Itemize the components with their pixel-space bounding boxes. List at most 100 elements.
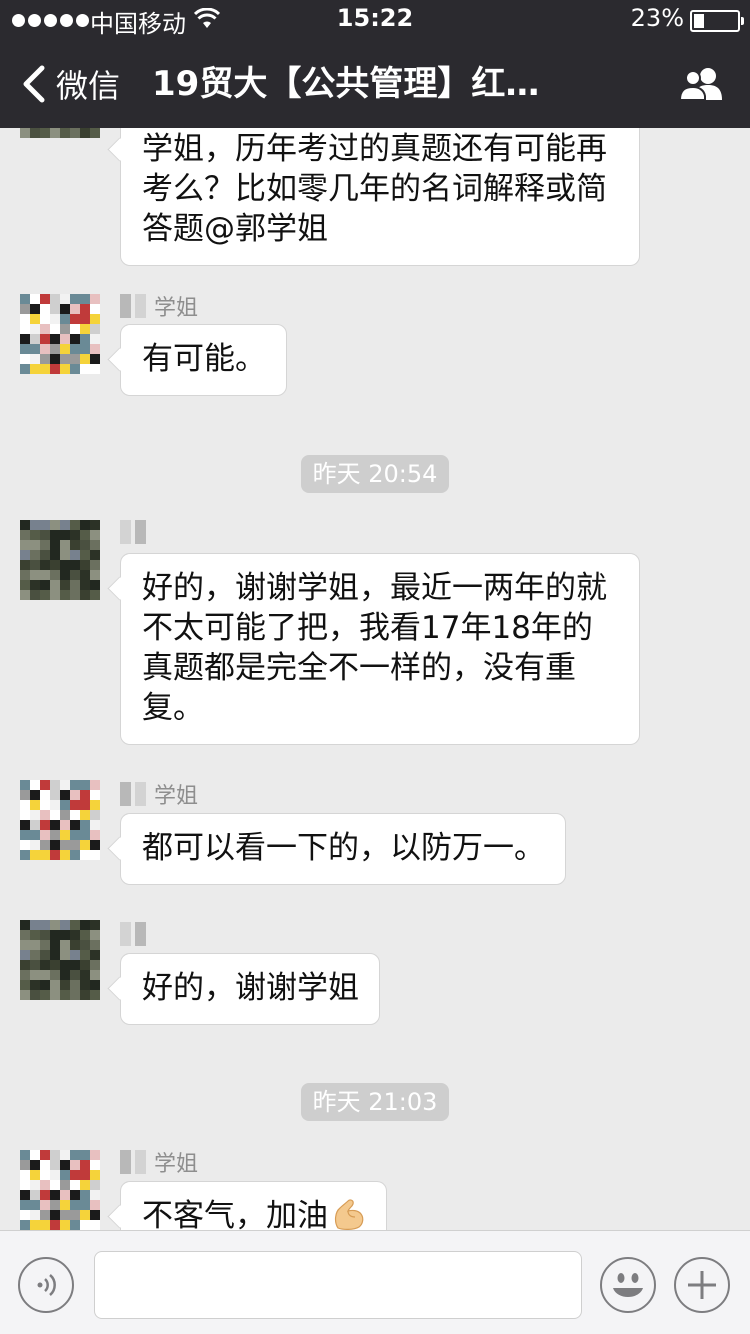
- avatar-pixel: [80, 1210, 90, 1220]
- message-line: 有可能。: [142, 341, 266, 377]
- message-bubble[interactable]: 有可能。: [120, 324, 287, 396]
- avatar-pixel: [70, 590, 80, 600]
- avatar-pixel: [50, 128, 60, 138]
- avatar-pixel: [70, 930, 80, 940]
- message-bubble[interactable]: 好的，谢谢学姐: [120, 953, 380, 1025]
- avatar-pixel: [40, 354, 50, 364]
- avatar-pixel: [60, 580, 70, 590]
- avatar[interactable]: [20, 1150, 100, 1230]
- avatar-pixel: [20, 590, 30, 600]
- avatar-pixel: [50, 1170, 60, 1180]
- message-bubble[interactable]: 好的，谢谢学姐，最近一两年的就 不太可能了把，我看17年18年的 真题都是完全不…: [120, 553, 640, 745]
- avatar-pixel: [80, 128, 90, 138]
- avatar-pixel: [60, 1210, 70, 1220]
- avatar-pixel: [60, 344, 70, 354]
- avatar-pixel: [40, 1150, 50, 1160]
- avatar[interactable]: [20, 294, 100, 374]
- avatar[interactable]: [20, 780, 100, 860]
- avatar-pixel: [60, 520, 70, 530]
- avatar-pixel: [60, 780, 70, 790]
- more-button[interactable]: [674, 1257, 730, 1313]
- avatar[interactable]: [20, 520, 100, 600]
- avatar-pixel: [90, 960, 100, 970]
- avatar-pixel: [60, 1200, 70, 1210]
- avatar-pixel: [80, 314, 90, 324]
- avatar-pixel: [40, 1160, 50, 1170]
- emoji-button[interactable]: [600, 1257, 656, 1313]
- avatar-pixel: [20, 1190, 30, 1200]
- avatar-pixel: [40, 590, 50, 600]
- avatar-pixel: [90, 590, 100, 600]
- avatar-pixel: [70, 990, 80, 1000]
- avatar-pixel: [40, 1200, 50, 1210]
- avatar-pixel: [50, 840, 60, 850]
- message-bubble[interactable]: 都可以看一下的，以防万一。: [120, 813, 566, 885]
- avatar-pixel: [90, 304, 100, 314]
- avatar-pixel: [90, 780, 100, 790]
- avatar-pixel: [70, 1220, 80, 1230]
- avatar-pixel: [60, 1220, 70, 1230]
- avatar-pixel: [60, 830, 70, 840]
- back-button[interactable]: 微信: [18, 62, 120, 106]
- avatar-pixel: [40, 820, 50, 830]
- avatar-pixel: [20, 294, 30, 304]
- avatar-pixel: [70, 580, 80, 590]
- avatar-pixel: [40, 1180, 50, 1190]
- avatar-pixel: [90, 344, 100, 354]
- message-line: 好的，谢谢学姐: [142, 970, 359, 1006]
- avatar-pixel: [80, 590, 90, 600]
- avatar[interactable]: [20, 920, 100, 1000]
- avatar-pixel: [90, 580, 100, 590]
- avatar-pixel: [40, 920, 50, 930]
- message-bubble[interactable]: 学姐，历年考过的真题还有可能再 考么？比如零几年的名词解释或简 答题@郭学姐: [120, 128, 640, 266]
- timestamp: 昨天 21:03: [0, 1083, 750, 1121]
- message-input[interactable]: [94, 1251, 582, 1319]
- sender-name: 学姐: [120, 1148, 198, 1177]
- avatar-pixel: [50, 314, 60, 324]
- avatar-pixel: [40, 970, 50, 980]
- avatar-pixel: [90, 790, 100, 800]
- avatar[interactable]: [20, 128, 100, 138]
- avatar-pixel: [80, 1170, 90, 1180]
- avatar-pixel: [30, 294, 40, 304]
- avatar-pixel: [80, 810, 90, 820]
- avatar-pixel: [30, 354, 40, 364]
- avatar-pixel: [80, 1190, 90, 1200]
- avatar-pixel: [90, 1200, 100, 1210]
- avatar-pixel: [80, 800, 90, 810]
- avatar-pixel: [50, 810, 60, 820]
- avatar-pixel: [60, 1160, 70, 1170]
- avatar-pixel: [70, 364, 80, 374]
- avatar-pixel: [30, 800, 40, 810]
- avatar-pixel: [20, 334, 30, 344]
- group-info-icon[interactable]: [678, 66, 726, 102]
- avatar-pixel: [30, 590, 40, 600]
- avatar-pixel: [30, 520, 40, 530]
- avatar-pixel: [60, 354, 70, 364]
- chat-area[interactable]: 学姐，历年考过的真题还有可能再 考么？比如零几年的名词解释或简 答题@郭学姐 学…: [0, 128, 750, 1230]
- avatar-pixel: [20, 960, 30, 970]
- avatar-pixel: [60, 990, 70, 1000]
- message-bubble[interactable]: 不客气，加油: [120, 1181, 387, 1230]
- avatar-pixel: [70, 294, 80, 304]
- avatar-pixel: [20, 314, 30, 324]
- avatar-pixel: [40, 294, 50, 304]
- avatar-pixel: [70, 520, 80, 530]
- top-bar: 中国移动 15:22 23% 微信 19贸大【公共管理】红…: [0, 0, 750, 128]
- avatar-pixel: [50, 970, 60, 980]
- avatar-pixel: [20, 1210, 30, 1220]
- avatar-pixel: [30, 1180, 40, 1190]
- avatar-pixel: [80, 780, 90, 790]
- avatar-pixel: [40, 344, 50, 354]
- avatar-pixel: [60, 334, 70, 344]
- voice-input-button[interactable]: [18, 1257, 74, 1313]
- avatar-pixel: [30, 530, 40, 540]
- avatar-pixel: [50, 960, 60, 970]
- avatar-pixel: [50, 780, 60, 790]
- avatar-pixel: [50, 820, 60, 830]
- avatar-pixel: [60, 294, 70, 304]
- avatar-pixel: [60, 980, 70, 990]
- timestamp-label: 昨天 21:03: [300, 1083, 450, 1121]
- avatar-pixel: [40, 570, 50, 580]
- avatar-pixel: [70, 830, 80, 840]
